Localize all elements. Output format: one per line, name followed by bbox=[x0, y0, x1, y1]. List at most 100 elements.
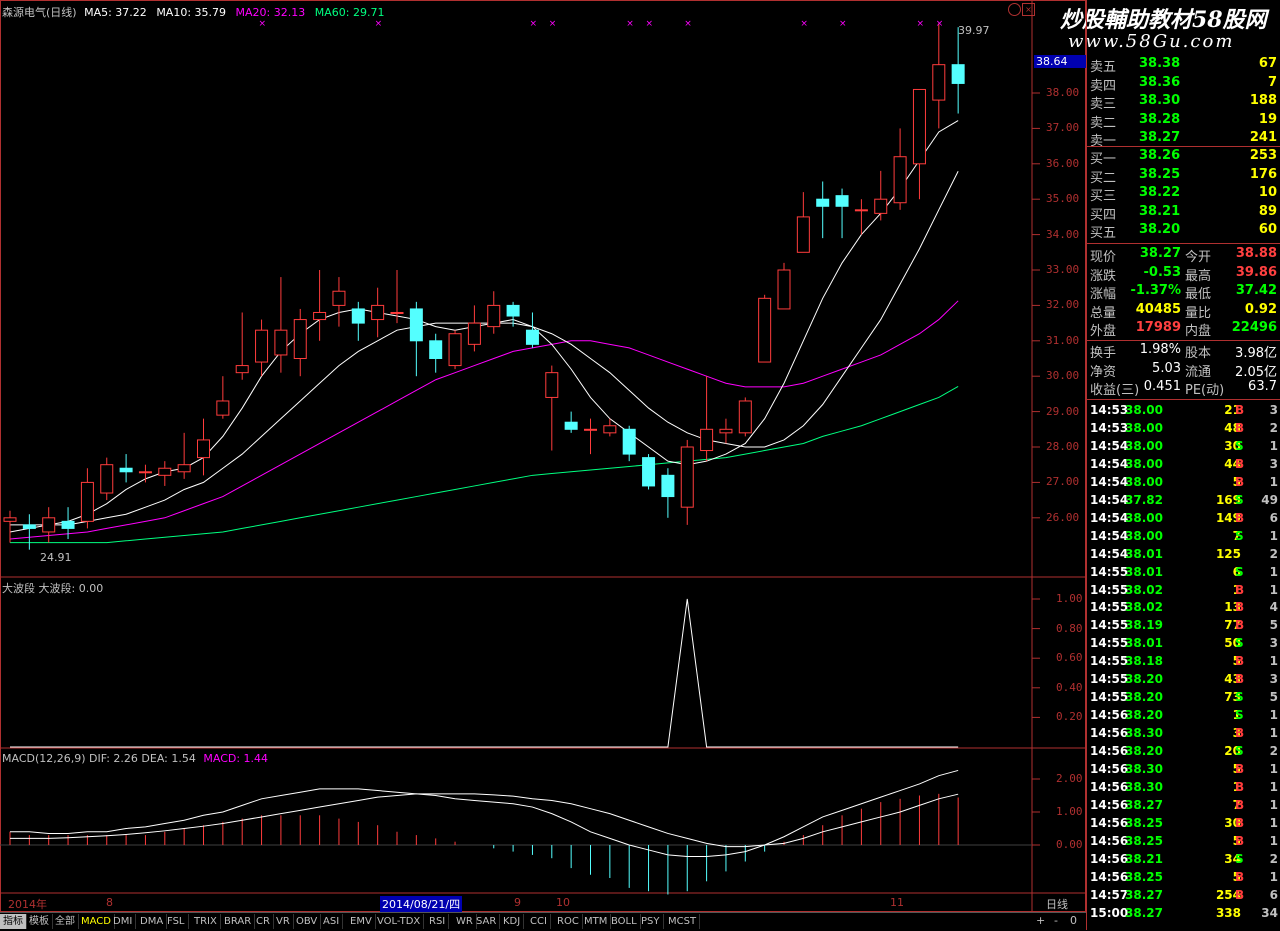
tab-emv[interactable]: EMV bbox=[347, 914, 376, 929]
ma60-value: MA60: 29.71 bbox=[314, 6, 385, 19]
reset-button[interactable]: 0 bbox=[1070, 914, 1077, 927]
tick-price: 38.00 bbox=[1125, 510, 1163, 525]
tick-count: 5 bbox=[1269, 618, 1278, 633]
level-volume: 60 bbox=[1258, 222, 1277, 237]
tab-全部[interactable]: 全部 bbox=[52, 914, 79, 929]
stat-label: 流通 bbox=[1185, 364, 1212, 380]
signal-marker: × bbox=[259, 19, 267, 29]
tick-side: B bbox=[1235, 510, 1245, 525]
price-axis-label: 36.00 bbox=[1046, 156, 1080, 170]
tick-count: 2 bbox=[1269, 851, 1278, 866]
tab-mcst[interactable]: MCST bbox=[665, 914, 701, 929]
candle-up bbox=[255, 329, 269, 363]
low-price-marker: 24.91 bbox=[40, 551, 72, 564]
price-axis-label: 27.00 bbox=[1046, 475, 1080, 489]
candle-up bbox=[274, 329, 288, 356]
candle-down bbox=[525, 329, 539, 345]
tab-asi[interactable]: ASI bbox=[320, 914, 344, 929]
tab-vr[interactable]: VR bbox=[273, 914, 294, 929]
tab-模板[interactable]: 模板 bbox=[26, 914, 53, 929]
tab-psy[interactable]: PSY bbox=[638, 914, 664, 929]
ask-level[interactable]: 卖三 38.30 188 bbox=[1087, 93, 1280, 112]
signal-marker: × bbox=[839, 19, 847, 29]
tick-price: 38.02 bbox=[1125, 582, 1163, 597]
tab-boll[interactable]: BOLL bbox=[608, 914, 641, 929]
stat-label: 今开 bbox=[1185, 250, 1212, 265]
stat-label: 最低 bbox=[1185, 287, 1212, 302]
level-price: 38.36 bbox=[1139, 74, 1181, 90]
x-label-oct: 10 bbox=[556, 896, 570, 909]
settings-icon[interactable] bbox=[1008, 3, 1021, 16]
signal-marker: × bbox=[684, 19, 692, 29]
tick-count: 5 bbox=[1269, 690, 1278, 705]
tick-price: 38.00 bbox=[1125, 456, 1163, 471]
tick-count: 1 bbox=[1269, 474, 1278, 489]
tab-trix[interactable]: TRIX bbox=[191, 914, 221, 929]
tab-kdj[interactable]: KDJ bbox=[500, 914, 525, 929]
macd-axis-label: 0.00 bbox=[1056, 838, 1083, 851]
tab-sar[interactable]: SAR bbox=[473, 914, 501, 929]
tab-dma[interactable]: DMA bbox=[137, 914, 168, 929]
tab-roc[interactable]: ROC bbox=[554, 914, 583, 929]
candle-up bbox=[700, 428, 714, 452]
tab-vol-tdx[interactable]: VOL-TDX bbox=[374, 914, 425, 929]
zoom-in-button[interactable]: + bbox=[1036, 914, 1045, 927]
tick-price: 38.21 bbox=[1125, 851, 1163, 866]
candle-up bbox=[738, 400, 752, 434]
level-price: 38.38 bbox=[1139, 56, 1181, 71]
bid-level[interactable]: 买五 38.20 60 bbox=[1087, 222, 1280, 241]
close-icon[interactable]: × bbox=[1022, 3, 1035, 16]
candle-up bbox=[158, 467, 172, 476]
tick-row: 14:55 38.01 6 S 1 bbox=[1087, 564, 1280, 582]
tick-price: 38.20 bbox=[1125, 690, 1163, 705]
fundamental-row: 净资 5.03 流通 2.05亿 bbox=[1087, 361, 1280, 380]
bid-level[interactable]: 买二 38.25 176 bbox=[1087, 167, 1280, 186]
tick-count: 1 bbox=[1269, 797, 1278, 812]
tick-side: B bbox=[1235, 456, 1245, 471]
kline-chart-area[interactable]: × × × × × × × × × × × bbox=[0, 0, 1086, 912]
tick-count: 1 bbox=[1269, 654, 1278, 669]
tick-row: 14:54 37.82 169 S 49 bbox=[1087, 492, 1280, 510]
level-label: 卖二 bbox=[1090, 115, 1117, 131]
tab-dmi[interactable]: DMI bbox=[110, 914, 137, 929]
tick-count: 2 bbox=[1269, 420, 1278, 435]
tab-brar[interactable]: BRAR bbox=[221, 914, 256, 929]
tick-volume: 125 bbox=[1215, 546, 1241, 561]
level-price: 38.21 bbox=[1139, 203, 1181, 219]
x-label-aug: 8 bbox=[106, 896, 113, 909]
zoom-out-button[interactable]: - bbox=[1054, 914, 1058, 927]
tab-指标[interactable]: 指标 bbox=[0, 914, 27, 929]
signal-marker: × bbox=[936, 19, 944, 29]
level-volume: 188 bbox=[1249, 93, 1277, 108]
bid-level[interactable]: 买四 38.21 89 bbox=[1087, 203, 1280, 223]
bid-level[interactable]: 买三 38.22 10 bbox=[1087, 185, 1280, 204]
tab-obv[interactable]: OBV bbox=[293, 914, 322, 929]
tab-fsl[interactable]: FSL bbox=[164, 914, 189, 929]
tab-rsi[interactable]: RSI bbox=[426, 914, 450, 929]
tick-price: 38.25 bbox=[1125, 815, 1163, 830]
level-volume: 67 bbox=[1258, 56, 1277, 71]
ask-level[interactable]: 卖五 38.38 67 bbox=[1087, 56, 1280, 75]
level-label: 买三 bbox=[1090, 189, 1117, 204]
tick-time: 14:54 bbox=[1090, 474, 1129, 489]
price-axis-label: 34.00 bbox=[1046, 227, 1080, 241]
stat-value: 38.88 bbox=[1235, 246, 1277, 261]
ask-level[interactable]: 卖二 38.28 19 bbox=[1087, 112, 1280, 131]
period-label[interactable]: 日线 bbox=[1046, 896, 1068, 912]
tick-time: 14:56 bbox=[1090, 762, 1129, 776]
tick-time: 14:54 bbox=[1090, 438, 1129, 453]
stat-label: 量比 bbox=[1185, 305, 1212, 321]
tick-row: 14:55 38.20 73 S 5 bbox=[1087, 689, 1280, 707]
tick-side: B bbox=[1235, 582, 1245, 597]
bid-level[interactable]: 买一 38.26 253 bbox=[1087, 148, 1280, 167]
stat-value: 37.42 bbox=[1235, 283, 1277, 298]
tab-mtm[interactable]: MTM bbox=[581, 914, 612, 929]
dif-line bbox=[10, 769, 959, 858]
tick-row: 14:53 38.00 21 B 3 bbox=[1087, 402, 1280, 420]
tab-cr[interactable]: CR bbox=[253, 914, 274, 929]
ask-level[interactable]: 卖四 38.36 7 bbox=[1087, 74, 1280, 94]
tab-cci[interactable]: CCI bbox=[527, 914, 551, 929]
tick-row: 14:55 38.20 43 B 3 bbox=[1087, 671, 1280, 689]
tick-side: B bbox=[1235, 672, 1245, 687]
tick-count: 1 bbox=[1269, 726, 1278, 741]
